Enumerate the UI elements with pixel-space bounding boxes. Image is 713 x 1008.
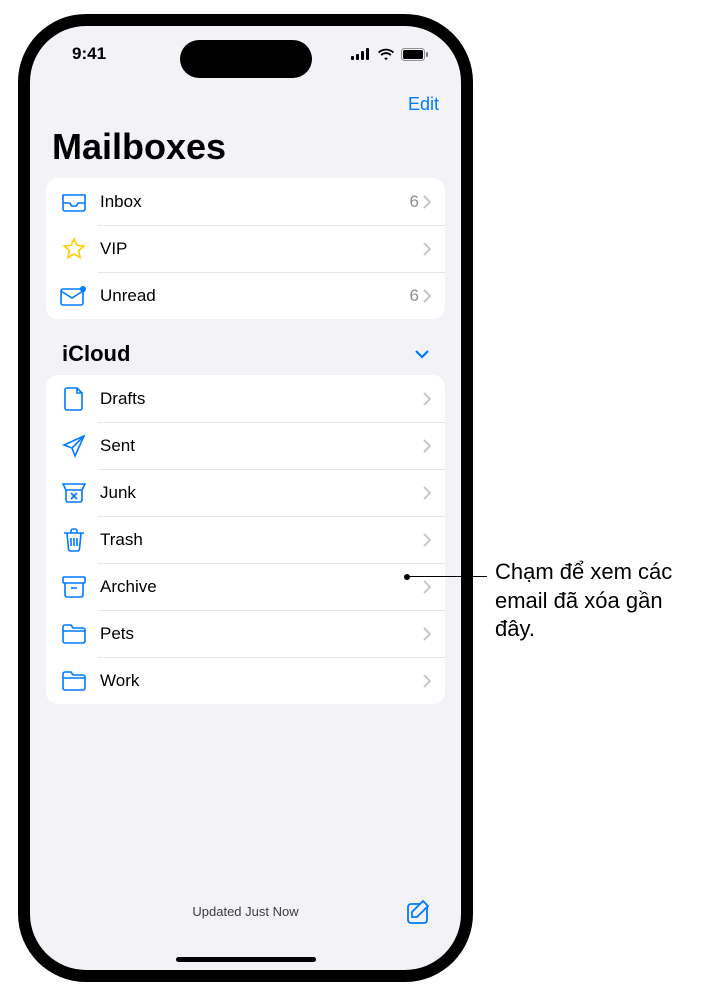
unread-icon	[60, 285, 88, 307]
chevron-right-icon	[423, 289, 431, 303]
chevron-right-icon	[423, 674, 431, 688]
mailbox-count: 6	[410, 192, 419, 212]
battery-icon	[401, 48, 429, 61]
chevron-right-icon	[423, 392, 431, 406]
star-icon	[60, 237, 88, 261]
mailbox-pets[interactable]: Pets	[46, 610, 445, 657]
chevron-right-icon	[423, 627, 431, 641]
chevron-down-icon	[415, 350, 429, 359]
mailbox-list-icloud: Drafts Sent Junk	[46, 375, 445, 704]
chevron-right-icon	[423, 580, 431, 594]
chevron-right-icon	[423, 439, 431, 453]
edit-button[interactable]: Edit	[408, 94, 439, 115]
section-header-icloud[interactable]: iCloud	[46, 319, 445, 375]
mailbox-label: Trash	[100, 530, 423, 550]
chevron-right-icon	[423, 195, 431, 209]
callout-text: Chạm để xem các email đã xóa gần đây.	[495, 558, 695, 644]
update-status: Updated Just Now	[192, 904, 298, 919]
chevron-right-icon	[423, 242, 431, 256]
junk-icon	[60, 483, 88, 503]
mailbox-sent[interactable]: Sent	[46, 422, 445, 469]
chevron-right-icon	[423, 486, 431, 500]
cellular-icon	[351, 48, 371, 60]
mailbox-label: Drafts	[100, 389, 423, 409]
draft-icon	[60, 387, 88, 411]
nav-bar: Edit	[30, 82, 461, 126]
mailbox-vip[interactable]: VIP	[46, 225, 445, 272]
dynamic-island	[180, 40, 312, 78]
mailbox-label: Pets	[100, 624, 423, 644]
page-title: Mailboxes	[30, 126, 461, 178]
mailbox-list-top: Inbox 6 VIP Unread 6	[46, 178, 445, 319]
callout-line	[407, 576, 487, 577]
mailbox-label: Archive	[100, 577, 423, 597]
iphone-frame: 9:41 Edit Mailboxes Inbox 6	[18, 14, 473, 982]
archive-icon	[60, 576, 88, 598]
mailbox-drafts[interactable]: Drafts	[46, 375, 445, 422]
mailbox-trash[interactable]: Trash	[46, 516, 445, 563]
mailbox-label: Junk	[100, 483, 423, 503]
trash-icon	[60, 528, 88, 552]
inbox-icon	[60, 192, 88, 212]
status-indicators	[351, 48, 429, 61]
compose-button[interactable]	[405, 898, 433, 931]
mailbox-inbox[interactable]: Inbox 6	[46, 178, 445, 225]
mailbox-work[interactable]: Work	[46, 657, 445, 704]
mailbox-label: Sent	[100, 436, 423, 456]
section-label: iCloud	[62, 341, 130, 367]
mailbox-label: Unread	[100, 286, 410, 306]
mailbox-count: 6	[410, 286, 419, 306]
sent-icon	[60, 434, 88, 458]
chevron-right-icon	[423, 533, 431, 547]
screen: 9:41 Edit Mailboxes Inbox 6	[30, 26, 461, 970]
wifi-icon	[377, 48, 395, 61]
mailbox-unread[interactable]: Unread 6	[46, 272, 445, 319]
mailbox-label: VIP	[100, 239, 419, 259]
folder-icon	[60, 671, 88, 691]
mailbox-junk[interactable]: Junk	[46, 469, 445, 516]
mailbox-archive[interactable]: Archive	[46, 563, 445, 610]
mailbox-label: Work	[100, 671, 423, 691]
folder-icon	[60, 624, 88, 644]
content: Inbox 6 VIP Unread 6	[30, 178, 461, 890]
status-time: 9:41	[72, 44, 106, 64]
home-indicator[interactable]	[176, 957, 316, 962]
mailbox-label: Inbox	[100, 192, 410, 212]
